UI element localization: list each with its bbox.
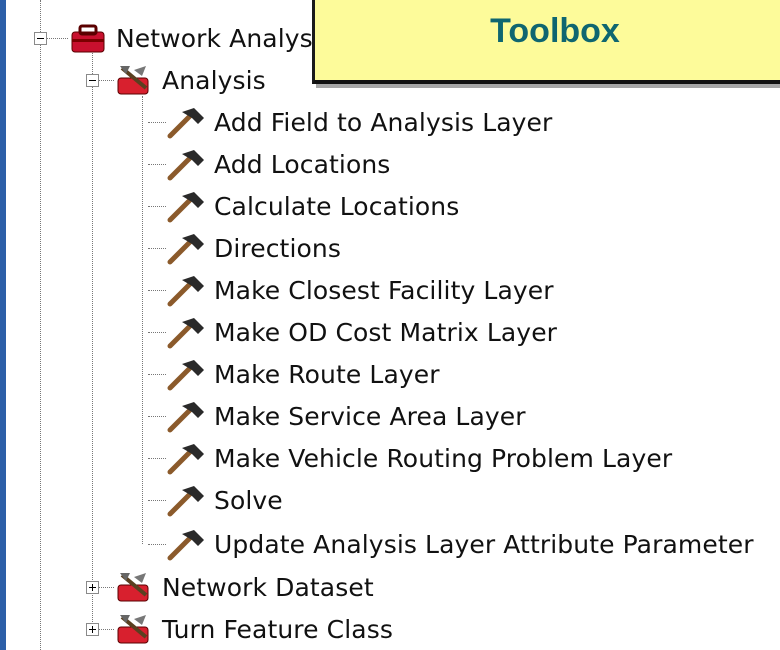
toolbox-tree: Network Analys Analysis Add Field to Ana… <box>0 0 780 650</box>
tree-item-network-dataset[interactable]: Network Dataset <box>112 569 374 605</box>
tree-connector <box>148 122 166 123</box>
tree-connector <box>148 206 166 207</box>
tool-item[interactable]: Make Service Area Layer <box>164 398 526 434</box>
hammer-icon <box>167 402 204 433</box>
callout-title: Toolbox <box>490 12 620 50</box>
tree-item-label: Analysis <box>162 65 266 95</box>
tool-item[interactable]: Calculate Locations <box>164 188 459 224</box>
tree-connector <box>148 416 166 417</box>
tool-label: Add Field to Analysis Layer <box>214 107 553 137</box>
tool-label: Make Closest Facility Layer <box>214 275 554 305</box>
hammer-icon <box>167 360 204 391</box>
tree-item-turn-feature-class[interactable]: Turn Feature Class <box>112 611 393 647</box>
hammer-icon <box>167 150 204 181</box>
title-callout: Toolbox <box>312 0 780 84</box>
hammer-icon <box>167 318 204 349</box>
tool-label: Add Locations <box>214 149 391 179</box>
tree-item-label: Network Dataset <box>162 572 374 602</box>
tree-connector <box>148 374 166 375</box>
tree-item-label: Network Analys <box>116 23 313 53</box>
tool-item[interactable]: Solve <box>164 482 283 518</box>
expand-toggle[interactable] <box>86 623 99 636</box>
hammer-icon <box>167 108 204 139</box>
tool-item[interactable]: Make OD Cost Matrix Layer <box>164 314 557 350</box>
toolset-icon <box>117 573 149 602</box>
tree-connector <box>40 0 41 650</box>
toolbox-icon <box>71 24 105 53</box>
hammer-icon <box>167 530 204 561</box>
tool-item[interactable]: Add Locations <box>164 146 390 182</box>
tool-item[interactable]: Make Vehicle Routing Problem Layer <box>164 440 672 476</box>
tree-connector <box>148 500 166 501</box>
tree-connector <box>142 96 143 544</box>
expand-toggle[interactable] <box>86 581 99 594</box>
hammer-icon <box>167 486 204 517</box>
tree-connector <box>148 248 166 249</box>
tree-connector <box>148 458 166 459</box>
tool-item[interactable]: Directions <box>164 230 341 266</box>
tool-label: Calculate Locations <box>214 191 460 221</box>
tool-label: Directions <box>214 233 341 263</box>
tree-connector <box>46 38 68 39</box>
toolset-icon <box>117 615 149 644</box>
tree-item-analysis[interactable]: Analysis <box>112 62 266 98</box>
tool-label: Make Route Layer <box>214 359 440 389</box>
tree-connector <box>148 164 166 165</box>
tool-item[interactable]: Add Field to Analysis Layer <box>164 104 552 140</box>
hammer-icon <box>167 192 204 223</box>
tool-item[interactable]: Make Closest Facility Layer <box>164 272 554 308</box>
tool-item[interactable]: Update Analysis Layer Attribute Paramete… <box>164 526 754 562</box>
tool-label: Update Analysis Layer Attribute Paramete… <box>214 529 754 559</box>
tree-connector <box>92 48 93 634</box>
collapse-toggle[interactable] <box>86 74 99 87</box>
tool-label: Make Vehicle Routing Problem Layer <box>214 443 673 473</box>
hammer-icon <box>167 234 204 265</box>
tree-item-network-analyst[interactable]: Network Analys <box>66 20 313 56</box>
tool-label: Make OD Cost Matrix Layer <box>214 317 558 347</box>
tree-connector <box>148 332 166 333</box>
hammer-icon <box>167 276 204 307</box>
tool-label: Solve <box>214 485 283 515</box>
collapse-toggle[interactable] <box>34 32 47 45</box>
tool-label: Make Service Area Layer <box>214 401 526 431</box>
hammer-icon <box>167 444 204 475</box>
toolset-icon <box>117 66 149 95</box>
tree-item-label: Turn Feature Class <box>162 614 393 644</box>
tree-connector <box>148 290 166 291</box>
tool-item[interactable]: Make Route Layer <box>164 356 440 392</box>
tree-connector <box>148 544 166 545</box>
